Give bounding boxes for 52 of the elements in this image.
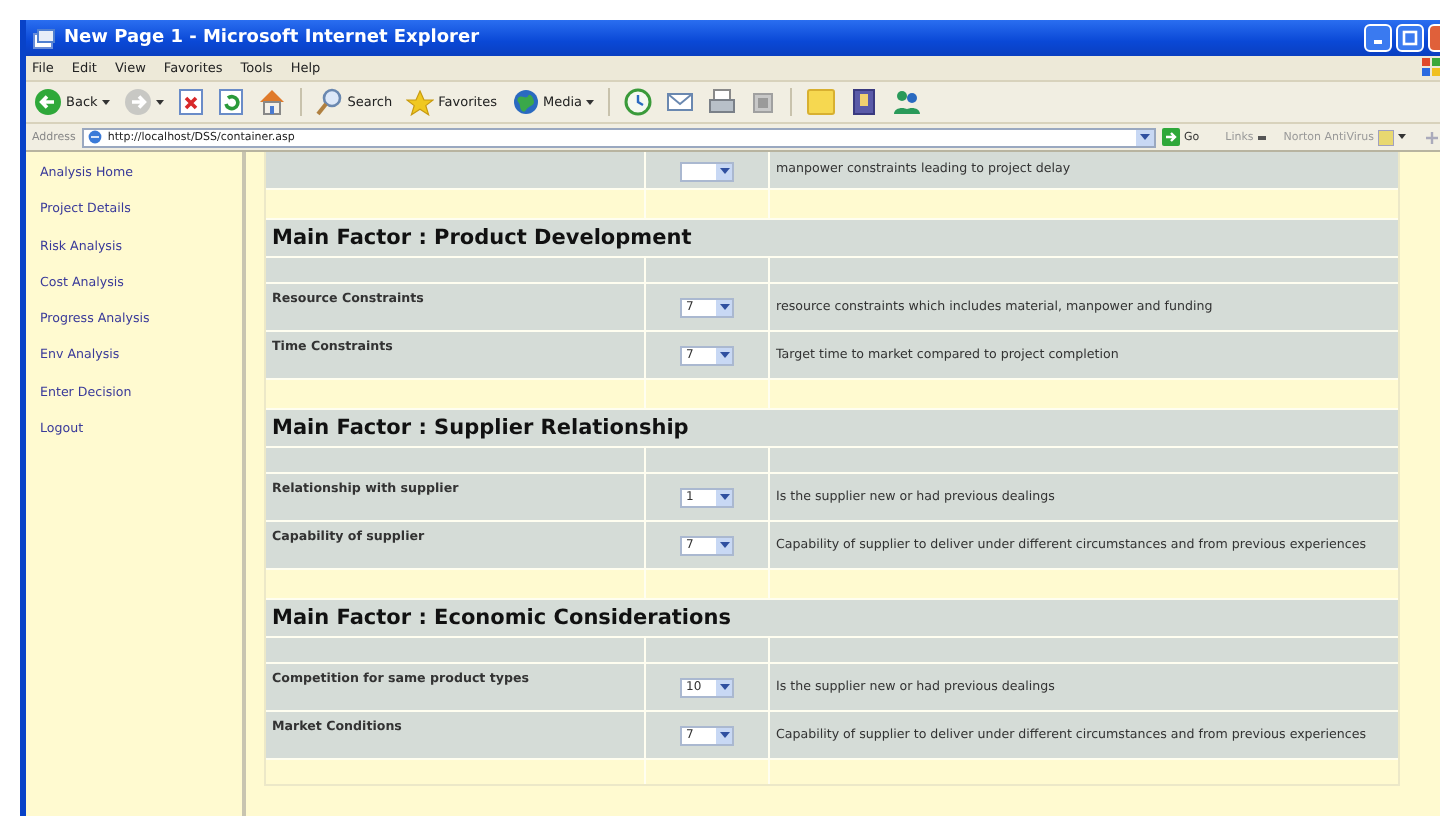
caret-icon — [101, 99, 110, 105]
caret-icon — [719, 542, 729, 548]
table-cell — [646, 570, 768, 598]
forward-icon — [123, 88, 152, 116]
square-icon — [750, 89, 777, 115]
document-x-icon — [177, 88, 204, 116]
printer-icon — [708, 88, 737, 116]
search-icon — [315, 88, 344, 116]
windows-logo-icon — [1422, 58, 1440, 76]
caret-icon — [719, 732, 729, 738]
table-cell — [646, 760, 768, 784]
caret-icon — [719, 352, 729, 358]
section-heading: Main Factor : Product Development — [266, 220, 1398, 256]
people-button[interactable] — [892, 88, 923, 116]
stop-button[interactable] — [177, 88, 204, 116]
envelope-icon — [666, 88, 695, 116]
history-button[interactable] — [624, 88, 653, 116]
caret-icon — [719, 494, 729, 500]
refresh-button[interactable] — [217, 88, 244, 116]
sticky-note-icon — [806, 88, 837, 116]
window-title: New Page 1 - Microsoft Internet Explorer — [64, 28, 482, 48]
book-button[interactable] — [850, 88, 879, 116]
maximize-icon — [1402, 30, 1418, 46]
window-icon — [32, 27, 56, 49]
caret-icon — [719, 684, 729, 690]
people-icon — [892, 88, 923, 116]
home-button[interactable] — [257, 88, 286, 116]
mail-button[interactable] — [666, 88, 695, 116]
plus-icon — [1424, 129, 1440, 145]
rating-select[interactable] — [680, 161, 734, 181]
home-icon — [257, 88, 286, 116]
caret-icon — [155, 99, 164, 105]
caret-icon — [719, 304, 729, 310]
maximize-button[interactable] — [1396, 24, 1424, 52]
refresh-icon — [217, 88, 244, 116]
dropdown-button[interactable] — [1136, 129, 1154, 145]
go-arrow-icon — [1162, 128, 1180, 146]
section-heading: Main Factor : Economic Considerations — [266, 600, 1398, 636]
table-cell — [646, 190, 768, 218]
clock-icon — [624, 88, 653, 116]
caret-icon — [719, 168, 729, 174]
minimize-button[interactable] — [1364, 24, 1392, 52]
print-button[interactable] — [708, 88, 737, 116]
caret-icon — [586, 99, 595, 105]
caret-icon — [1398, 134, 1406, 140]
caret-icon — [1140, 134, 1150, 140]
table-cell — [646, 380, 768, 408]
back-icon — [34, 88, 62, 116]
section-heading: Main Factor : Supplier Relationship — [266, 410, 1398, 446]
star-icon — [406, 89, 435, 115]
globe-icon — [511, 88, 539, 116]
book-icon — [850, 88, 879, 116]
